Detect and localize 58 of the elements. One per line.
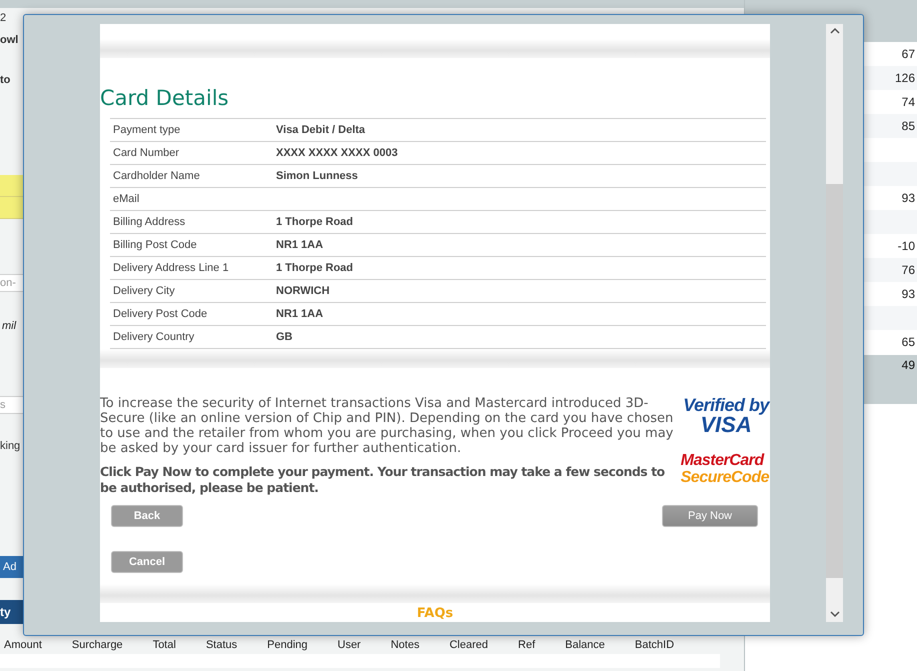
field-value: NR1 1AA bbox=[276, 306, 324, 322]
amount-cell-text: 85 bbox=[902, 118, 915, 135]
column-header: Balance bbox=[565, 638, 605, 652]
field-label: eMail bbox=[112, 192, 140, 207]
field-value: NR1 1AA bbox=[276, 238, 324, 253]
field-label: Delivery Post Code bbox=[112, 306, 208, 322]
field-label: Delivery Address Line 1 bbox=[112, 260, 230, 276]
amount-cell-text: 67 bbox=[902, 46, 915, 63]
column-header: Notes bbox=[390, 638, 420, 652]
column-header: Surcharge bbox=[72, 638, 123, 652]
field-label: Billing Address bbox=[112, 214, 186, 230]
scroll-thumb[interactable] bbox=[826, 24, 843, 184]
back-button[interactable]: Back bbox=[111, 504, 183, 527]
field-label: Delivery Country bbox=[112, 330, 196, 345]
amount-cell-text: 74 bbox=[902, 94, 915, 111]
scrollbar[interactable] bbox=[826, 24, 843, 622]
amount-cell-text: 93 bbox=[902, 286, 915, 303]
pay-now-button[interactable]: Pay Now bbox=[662, 504, 758, 527]
row-label: owl bbox=[0, 33, 18, 48]
field-label: Cardholder Name bbox=[112, 168, 201, 184]
row-label: to bbox=[0, 73, 10, 88]
field-label: Billing Post Code bbox=[112, 238, 198, 253]
faqs-link[interactable]: FAQs bbox=[416, 606, 454, 622]
field-value: XXXX XXXX XXXX 0003 bbox=[276, 146, 398, 161]
mastercard-securecode-logo: MasterCard SecureCode bbox=[680, 452, 769, 486]
total-cell-text: 49 bbox=[902, 356, 915, 374]
column-header: Total bbox=[152, 638, 176, 652]
field-label: Card Number bbox=[112, 146, 180, 161]
field-value: Simon Lunness bbox=[276, 168, 358, 184]
row-label: 2 bbox=[0, 11, 6, 26]
field-value: 1 Thorpe Road bbox=[276, 214, 354, 230]
amount-cell-text: -10 bbox=[898, 238, 915, 255]
amount-cell-text: 126 bbox=[894, 70, 915, 87]
cancel-button[interactable]: Cancel bbox=[111, 551, 183, 574]
column-header: Status bbox=[206, 638, 238, 652]
field-value: GB bbox=[276, 330, 292, 345]
field-label: Payment type bbox=[112, 122, 182, 138]
scroll-down-icon[interactable] bbox=[830, 611, 840, 618]
amount-cell-text: 76 bbox=[902, 262, 915, 279]
scroll-up-icon[interactable] bbox=[830, 27, 840, 34]
column-header: User bbox=[338, 638, 361, 652]
column-header: BatchID bbox=[634, 638, 674, 652]
column-header: Amount bbox=[4, 638, 42, 652]
verified-by-visa-logo: Verified by VISA bbox=[683, 396, 769, 434]
amount-cell-text: 93 bbox=[902, 190, 915, 207]
payment-notice: Click Pay Now to complete your payment. Your transaction may take a few seconds to be authorised, please be patient. bbox=[100, 464, 666, 496]
field-value: NORWICH bbox=[276, 284, 330, 299]
amount-cell-text: 65 bbox=[902, 334, 915, 351]
distance-label: mil bbox=[1, 319, 16, 334]
field-label: Delivery City bbox=[112, 284, 176, 299]
column-header: Ref bbox=[518, 638, 536, 652]
security-info: To increase the security of Internet transactions Visa and Mastercard introduced 3D-Secure (like an online version of Chip and PIN). Depending on the card you have chosen to use and the retailer from whom you are purchasing, when you click Proceed you may be asked by your card issuer for further authentication. bbox=[100, 396, 674, 456]
field-value: Visa Debit / Delta bbox=[276, 122, 366, 138]
column-header: Pending bbox=[267, 638, 308, 652]
row-label: king bbox=[0, 439, 20, 454]
field-value: 1 Thorpe Road bbox=[276, 260, 354, 276]
page-heading: Card Details bbox=[100, 84, 230, 111]
column-header: Cleared bbox=[449, 638, 488, 652]
